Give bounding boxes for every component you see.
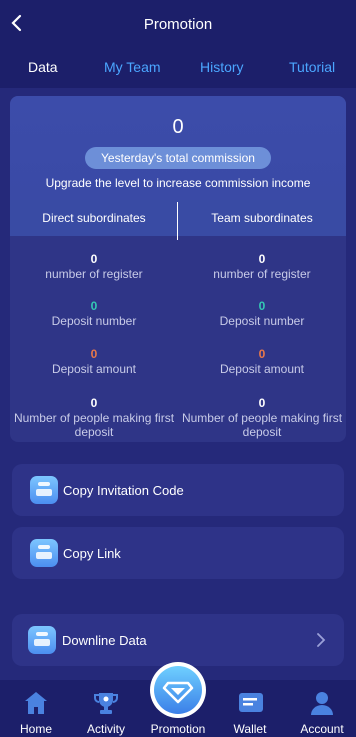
direct-first-deposit-stat: 0 Number of people making first deposit (10, 396, 178, 439)
wallet-icon (239, 693, 263, 712)
promotion-badge (154, 666, 202, 714)
downline-data-button[interactable]: Downline Data (12, 614, 344, 666)
nav-account-label: Account (300, 722, 344, 736)
team-deposit-amount-label: Deposit amount (219, 362, 305, 376)
direct-deposit-amount-stat: 0 Deposit amount (10, 347, 178, 376)
team-register-label: number of register (213, 267, 311, 281)
diamond-icon (162, 681, 194, 704)
direct-subordinates-title: Direct subordinates (42, 211, 146, 225)
copy-icon (30, 539, 58, 567)
nav-home-label: Home (19, 722, 52, 736)
total-commission-value: 0 (172, 116, 184, 138)
direct-deposit-number-stat: 0 Deposit number (10, 299, 178, 328)
tab-my-team[interactable]: My Team (104, 59, 161, 75)
tab-tutorial[interactable]: Tutorial (289, 59, 335, 75)
page-title: Promotion (143, 15, 213, 33)
nav-home[interactable]: Home (0, 680, 72, 737)
team-deposit-amount-value: 0 (258, 347, 266, 361)
direct-deposit-number-value: 0 (90, 299, 98, 313)
chevron-left-icon[interactable] (8, 12, 28, 34)
team-first-deposit-value: 0 (258, 396, 266, 410)
direct-register-label: number of register (45, 267, 143, 281)
direct-register-value: 0 (90, 252, 98, 266)
team-deposit-number-stat: 0 Deposit number (178, 299, 346, 328)
direct-deposit-amount-label: Deposit amount (51, 362, 137, 376)
team-register-stat: 0 number of register (178, 252, 346, 281)
copy-link-label: Copy Link (63, 545, 121, 561)
person-icon (311, 692, 333, 715)
copy-invitation-code-button[interactable]: Copy Invitation Code (12, 464, 344, 516)
promotion-center-button[interactable] (150, 662, 206, 718)
team-first-deposit-stat: 0 Number of people making first deposit (178, 396, 346, 439)
team-deposit-number-label: Deposit number (219, 314, 305, 328)
commission-summary: 0 Yesterday's total commission Upgrade t… (10, 96, 346, 200)
nav-promotion-label: Promotion (150, 722, 206, 736)
tab-history[interactable]: History (200, 59, 244, 75)
team-deposit-amount-stat: 0 Deposit amount (178, 347, 346, 376)
top-bar: Promotion (0, 0, 356, 48)
subordinates-header: Direct subordinates Team subordinates (10, 200, 346, 240)
nav-wallet[interactable]: Wallet (214, 680, 286, 737)
team-register-value: 0 (258, 252, 266, 266)
nav-account[interactable]: Account (286, 680, 356, 737)
direct-first-deposit-value: 0 (90, 396, 98, 410)
direct-register-stat: 0 number of register (10, 252, 178, 281)
copy-invitation-code-label: Copy Invitation Code (63, 482, 184, 498)
direct-first-deposit-label: Number of people making first deposit (13, 411, 175, 439)
tab-data[interactable]: Data (28, 59, 58, 75)
direct-deposit-amount-value: 0 (90, 347, 98, 361)
home-icon (25, 692, 47, 714)
trophy-icon (94, 693, 118, 714)
upgrade-hint: Upgrade the level to increase commission… (45, 176, 311, 190)
chevron-right-icon (317, 633, 326, 647)
copy-link-button[interactable]: Copy Link (12, 527, 344, 579)
downline-data-label: Downline Data (62, 632, 147, 648)
downline-icon (28, 626, 56, 654)
team-deposit-number-value: 0 (258, 299, 266, 313)
nav-activity[interactable]: Activity (70, 680, 142, 737)
nav-wallet-label: Wallet (233, 722, 267, 736)
team-subordinates-title: Team subordinates (211, 211, 313, 225)
direct-deposit-number-label: Deposit number (51, 314, 137, 328)
tab-bar: Data My Team History Tutorial (0, 48, 356, 88)
commission-label-badge: Yesterday's total commission (85, 147, 271, 169)
commission-card: 0 Yesterday's total commission Upgrade t… (10, 96, 346, 442)
team-first-deposit-label: Number of people making first deposit (181, 411, 343, 439)
copy-icon (30, 476, 58, 504)
nav-activity-label: Activity (86, 722, 125, 736)
